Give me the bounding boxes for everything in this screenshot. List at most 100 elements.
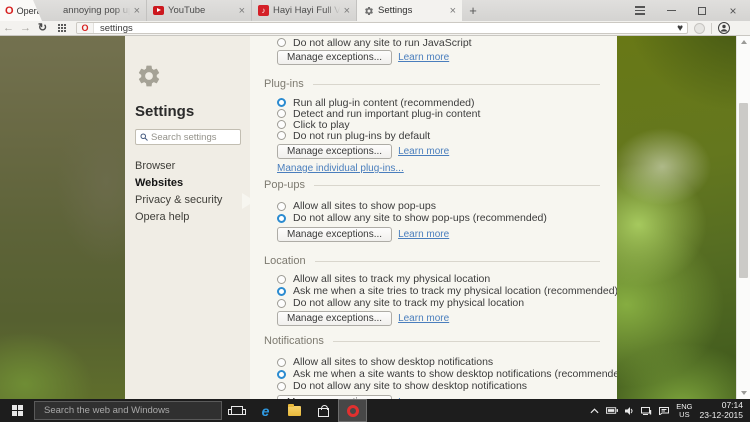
forward-button[interactable]: →: [17, 22, 34, 35]
learn-more-link[interactable]: Learn more: [398, 52, 449, 63]
option-row: Do not allow any site to show desktop no…: [250, 380, 617, 392]
settings-nav: Browser Websites Privacy & security Oper…: [135, 158, 250, 226]
store-icon: [318, 404, 329, 417]
settings-search-box[interactable]: [135, 129, 241, 145]
toolbar-right: [694, 22, 730, 34]
manage-individual-plugins-link[interactable]: Manage individual plug-ins...: [277, 163, 404, 174]
radio-detect-important-plugins[interactable]: [277, 109, 286, 118]
scroll-down-icon[interactable]: [741, 391, 747, 395]
scrollbar[interactable]: [736, 36, 750, 399]
tab-title: Hayi Hayi Full Video Song: [273, 5, 340, 16]
profile-icon[interactable]: [718, 22, 730, 34]
radio-ask-notifications[interactable]: [277, 369, 286, 379]
back-button[interactable]: ←: [0, 22, 17, 35]
manage-exceptions-button[interactable]: Manage exceptions...: [277, 49, 393, 65]
option-row: Run all plug-in content (recommended): [250, 97, 617, 109]
edge-button[interactable]: e: [251, 399, 280, 422]
option-row: Ask me when a site tries to track my phy…: [250, 285, 617, 297]
new-tab-button[interactable]: +: [462, 0, 484, 21]
sidebar-item-websites[interactable]: Websites: [135, 175, 250, 192]
screen: O Opera annoying pop up - Windo × YouTub…: [0, 0, 750, 422]
learn-more-link[interactable]: Learn more: [398, 146, 449, 157]
radio-allow-location[interactable]: [277, 274, 286, 284]
section-divider: [314, 260, 600, 262]
battery-icon[interactable]: [606, 407, 619, 414]
file-explorer-button[interactable]: [280, 399, 309, 422]
settings-search-input[interactable]: [151, 131, 236, 143]
learn-more-link[interactable]: Learn more: [398, 229, 449, 240]
tab-close-icon[interactable]: ×: [450, 5, 456, 16]
section-title: Plug-ins: [264, 78, 304, 90]
reload-button[interactable]: ↻: [34, 22, 51, 35]
manage-exceptions-button[interactable]: Manage exceptions...: [277, 310, 393, 326]
minimize-icon: [666, 9, 676, 12]
sidebar-item-opera-help[interactable]: Opera help: [135, 209, 250, 226]
radio-no-plugins[interactable]: [277, 131, 286, 140]
store-button[interactable]: [309, 399, 338, 422]
bookmark-heart-icon[interactable]: ♥: [677, 23, 683, 34]
opera-logo-icon: O: [5, 4, 14, 17]
chevron-up-icon[interactable]: [590, 407, 599, 414]
tab-title: annoying pop up - Windo: [63, 5, 130, 16]
wallpaper-right: [617, 36, 736, 399]
taskbar-search-input[interactable]: [44, 405, 204, 416]
radio-block-notifications[interactable]: [277, 381, 286, 391]
maximize-button[interactable]: [693, 3, 711, 19]
radio-allow-popups[interactable]: [277, 201, 286, 211]
section-title: Notifications: [264, 335, 324, 347]
tab-annoying-popup[interactable]: annoying pop up - Windo ×: [42, 0, 147, 21]
option-label: Do not allow any site to show pop-ups (r…: [293, 212, 547, 224]
tab-close-icon[interactable]: ×: [134, 5, 140, 16]
network-icon[interactable]: [641, 406, 652, 415]
tab-menu-button[interactable]: [631, 3, 649, 19]
manage-exceptions-button[interactable]: Manage exceptions...: [277, 226, 393, 242]
opera-taskbar-button[interactable]: [338, 399, 367, 422]
option-label: Ask me when a site tries to track my phy…: [293, 285, 617, 297]
manage-exceptions-button[interactable]: Manage exceptions...: [277, 143, 393, 159]
file-explorer-icon: [288, 403, 301, 416]
option-row: Do not allow any site to track my physic…: [250, 297, 617, 309]
option-label: Ask me when a site wants to show desktop…: [293, 368, 617, 380]
tab-close-icon[interactable]: ×: [239, 5, 245, 16]
start-button[interactable]: [0, 399, 34, 422]
option-row: Do not allow any site to run JavaScript: [250, 37, 617, 49]
tab-close-icon[interactable]: ×: [344, 5, 350, 16]
action-center-icon[interactable]: [659, 406, 670, 415]
task-view-button[interactable]: [222, 399, 251, 422]
radio-click-to-play[interactable]: [277, 120, 286, 129]
turbo-icon[interactable]: [694, 22, 705, 34]
radio-allow-notifications[interactable]: [277, 357, 286, 367]
radio-ask-location[interactable]: [277, 286, 286, 296]
tab-hayi-video[interactable]: ♪ Hayi Hayi Full Video Song ×: [252, 0, 357, 21]
scrollbar-thumb[interactable]: [739, 103, 748, 278]
close-window-button[interactable]: ×: [724, 3, 742, 19]
radio-block-location[interactable]: [277, 298, 286, 308]
language-indicator[interactable]: ENG US: [676, 402, 692, 419]
radio-block-popups[interactable]: [277, 213, 286, 223]
opera-menu-button[interactable]: O Opera: [0, 0, 42, 21]
section-heading-notifications: Notifications: [250, 335, 600, 347]
minimize-button[interactable]: [662, 3, 680, 19]
address-text[interactable]: settings: [94, 23, 133, 34]
scroll-up-icon[interactable]: [741, 40, 747, 44]
tab-youtube[interactable]: YouTube ×: [147, 0, 252, 21]
maximize-icon: [698, 6, 706, 15]
radio-run-all-plugins[interactable]: [277, 98, 286, 107]
settings-title: Settings: [135, 103, 195, 120]
sidebar-item-privacy-security[interactable]: Privacy & security: [135, 192, 250, 209]
learn-more-link[interactable]: Learn more: [398, 313, 449, 324]
region-code: US: [679, 409, 690, 419]
tab-settings[interactable]: Settings ×: [357, 0, 462, 21]
radio-no-javascript[interactable]: [277, 38, 286, 47]
speaker-icon[interactable]: [625, 406, 634, 415]
settings-page: Settings Browser Websites Privacy & secu…: [0, 36, 750, 399]
speed-dial-icon[interactable]: [58, 23, 67, 33]
clock[interactable]: 07:14 23-12-2015: [700, 400, 743, 420]
taskbar-search-box[interactable]: [34, 401, 222, 420]
address-bar[interactable]: O settings ♥: [76, 22, 688, 34]
link-row: Manage individual plug-ins...: [250, 163, 617, 174]
sidebar-item-browser[interactable]: Browser: [135, 158, 250, 175]
option-row: Ask me when a site wants to show desktop…: [250, 368, 617, 380]
tab-title: YouTube: [168, 5, 206, 16]
option-row: Click to play: [250, 119, 617, 131]
